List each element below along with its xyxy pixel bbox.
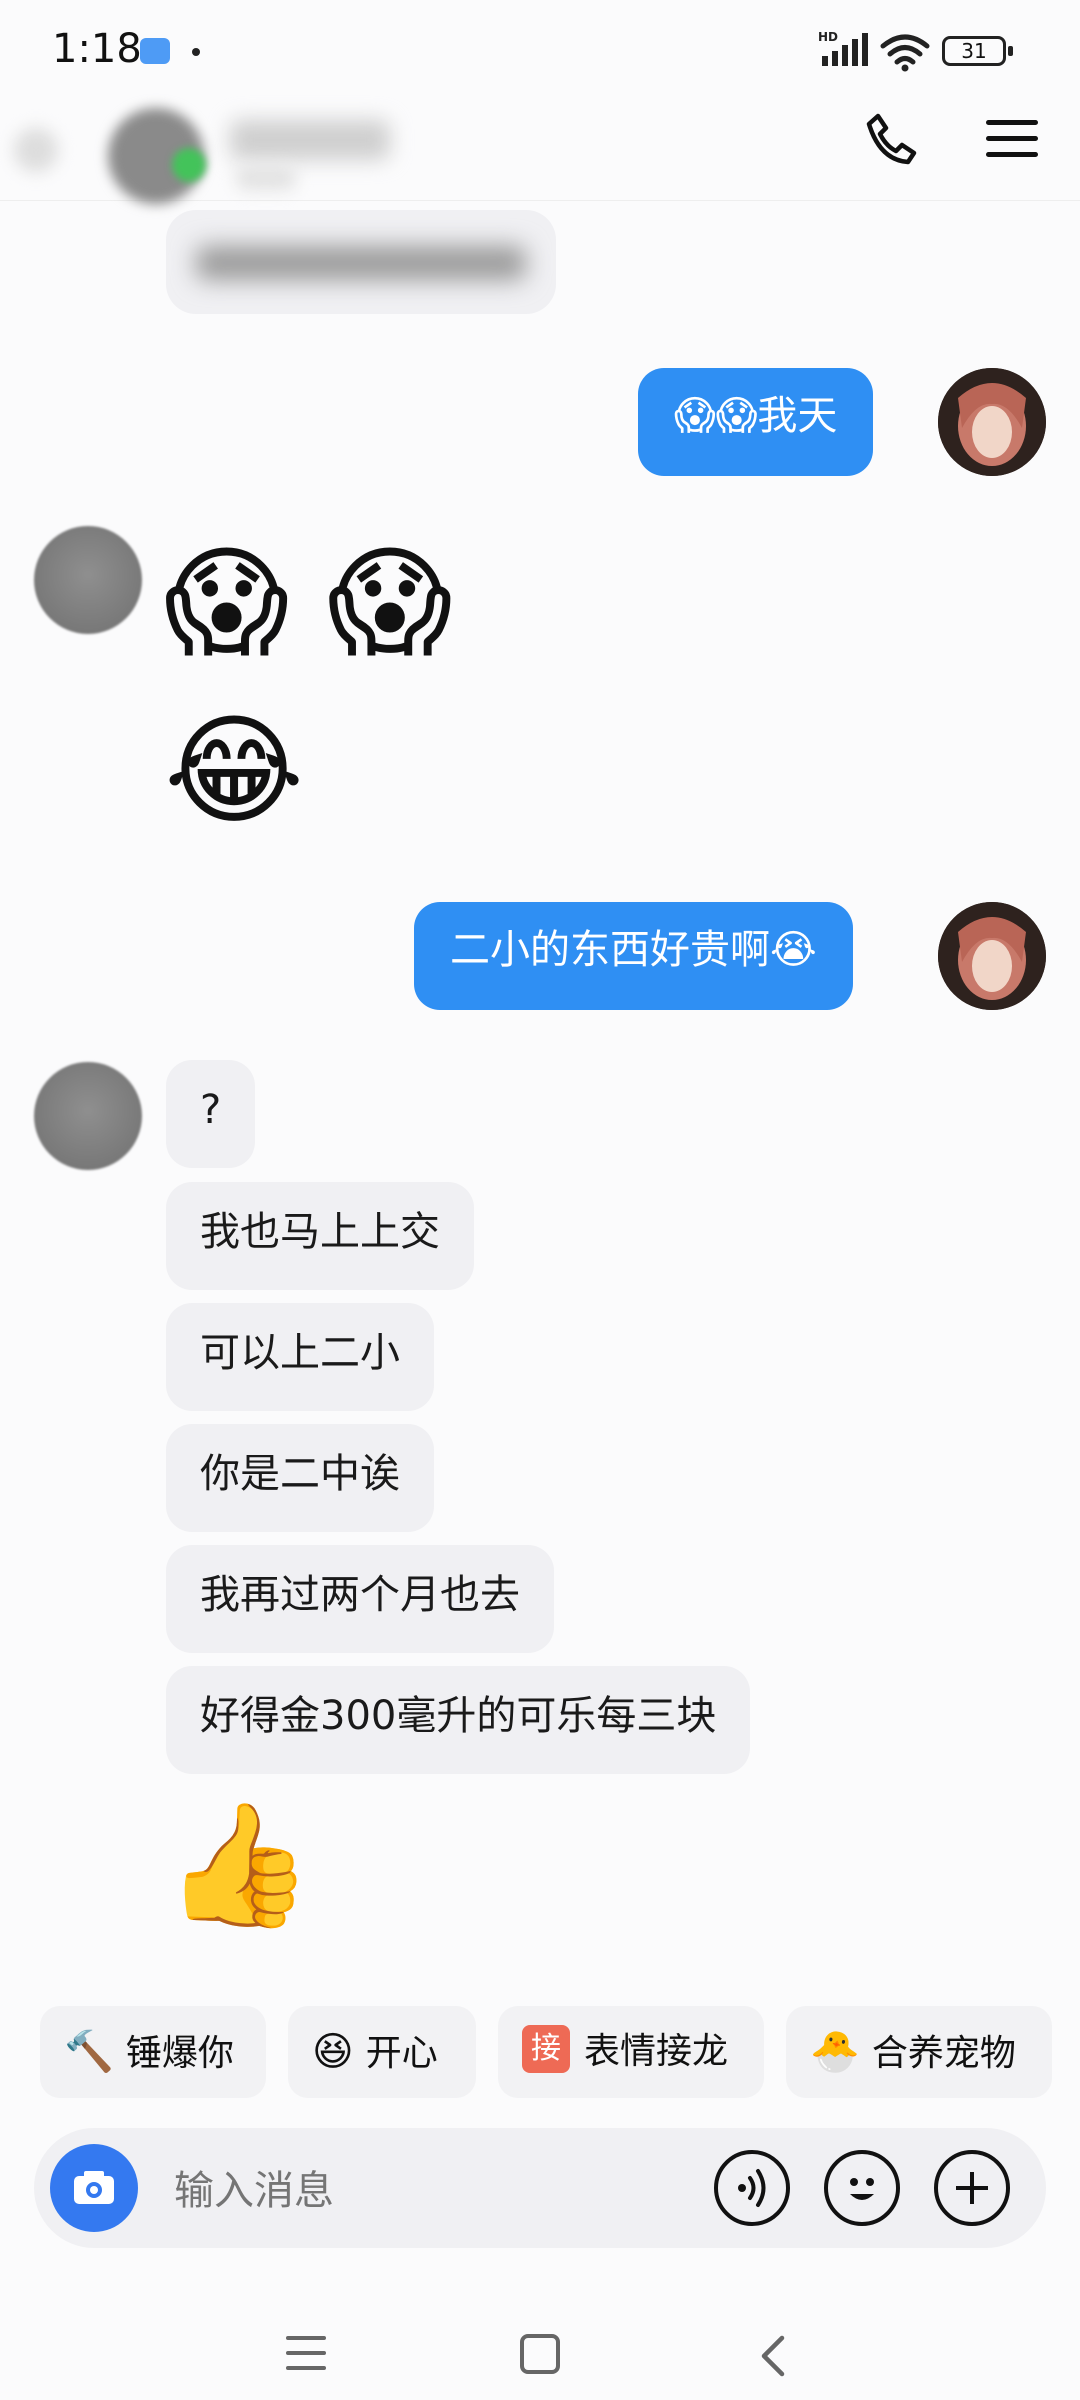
recent-apps-icon[interactable] <box>286 2336 326 2370</box>
message-bubble-blurred[interactable] <box>166 210 556 314</box>
hamburger-menu-icon[interactable] <box>986 118 1038 160</box>
battery-indicator: 31 <box>942 36 1013 66</box>
emoji-button[interactable] <box>824 2150 900 2226</box>
contact-name <box>230 120 390 160</box>
contact-avatar[interactable] <box>34 526 142 634</box>
quick-reply-chip[interactable]: 🔨 锤爆你 <box>40 2006 266 2098</box>
home-icon[interactable] <box>520 2334 560 2374</box>
relay-tag-icon: 接 <box>522 2025 570 2073</box>
network-type-label: HD <box>818 30 838 44</box>
quick-reply-bar: 🔨 锤爆你 😆 开心 接表情接龙 🐣 合养宠物 <box>0 2006 1080 2102</box>
contact-avatar[interactable] <box>34 1062 142 1170</box>
signal-icon: HD <box>818 30 868 66</box>
contact-status <box>236 166 296 190</box>
emoji-message[interactable]: 👍 <box>164 1796 313 1936</box>
emoji-message[interactable]: 😂 <box>164 702 304 842</box>
chat-header <box>0 100 1080 204</box>
message-bubble-incoming[interactable]: 你是二中诶 <box>166 1424 434 1532</box>
notification-app-icon <box>140 38 170 64</box>
phone-icon[interactable] <box>864 112 918 166</box>
message-bubble-incoming[interactable]: 可以上二小 <box>166 1303 434 1411</box>
message-input[interactable] <box>172 2150 676 2232</box>
system-nav-bar <box>0 2290 1080 2400</box>
quick-reply-label: 锤爆你 <box>125 2033 234 2074</box>
pet-icon: 🐣 <box>810 2029 860 2075</box>
message-bubble-outgoing[interactable]: 二小的东西好贵啊😭 <box>414 902 853 1010</box>
message-bubble-incoming[interactable]: 我再过两个月也去 <box>166 1545 554 1653</box>
voice-icon <box>738 2169 766 2207</box>
back-icon[interactable] <box>758 2334 788 2378</box>
online-status-icon <box>172 148 206 182</box>
quick-reply-label: 合养宠物 <box>871 2033 1016 2074</box>
message-bubble-incoming[interactable]: ? <box>166 1060 256 1168</box>
wifi-icon <box>880 34 930 72</box>
camera-icon <box>74 2171 114 2204</box>
status-time: 1:18 <box>52 26 142 72</box>
message-bubble-outgoing[interactable]: 😱😱我天 <box>638 368 874 476</box>
laughing-face-icon: 😆 <box>312 2029 354 2075</box>
camera-button[interactable] <box>50 2144 138 2232</box>
quick-reply-chip[interactable]: 🐣 合养宠物 <box>786 2006 1052 2098</box>
status-bar: 1:18 HD 31 <box>0 0 1080 100</box>
quick-reply-label: 表情接龙 <box>584 2031 729 2072</box>
quick-reply-chip[interactable]: 😆 开心 <box>288 2006 476 2098</box>
voice-button[interactable] <box>714 2150 790 2226</box>
my-avatar[interactable] <box>938 902 1046 1010</box>
add-button[interactable] <box>934 2150 1010 2226</box>
back-button[interactable] <box>14 128 58 172</box>
my-avatar[interactable] <box>938 368 1046 476</box>
smiley-icon <box>850 2178 874 2200</box>
message-bubble-incoming[interactable]: 我也马上上交 <box>166 1182 474 1290</box>
hammer-icon: 🔨 <box>64 2029 114 2075</box>
quick-reply-chip[interactable]: 接表情接龙 <box>498 2006 764 2098</box>
quick-reply-label: 开心 <box>365 2033 438 2074</box>
emoji-message[interactable]: 😱 😱 <box>164 534 452 674</box>
plus-icon <box>956 2172 988 2204</box>
message-bubble-incoming[interactable]: 好得金300毫升的可乐每三块 <box>166 1666 751 1774</box>
notification-dot-icon <box>192 48 200 56</box>
